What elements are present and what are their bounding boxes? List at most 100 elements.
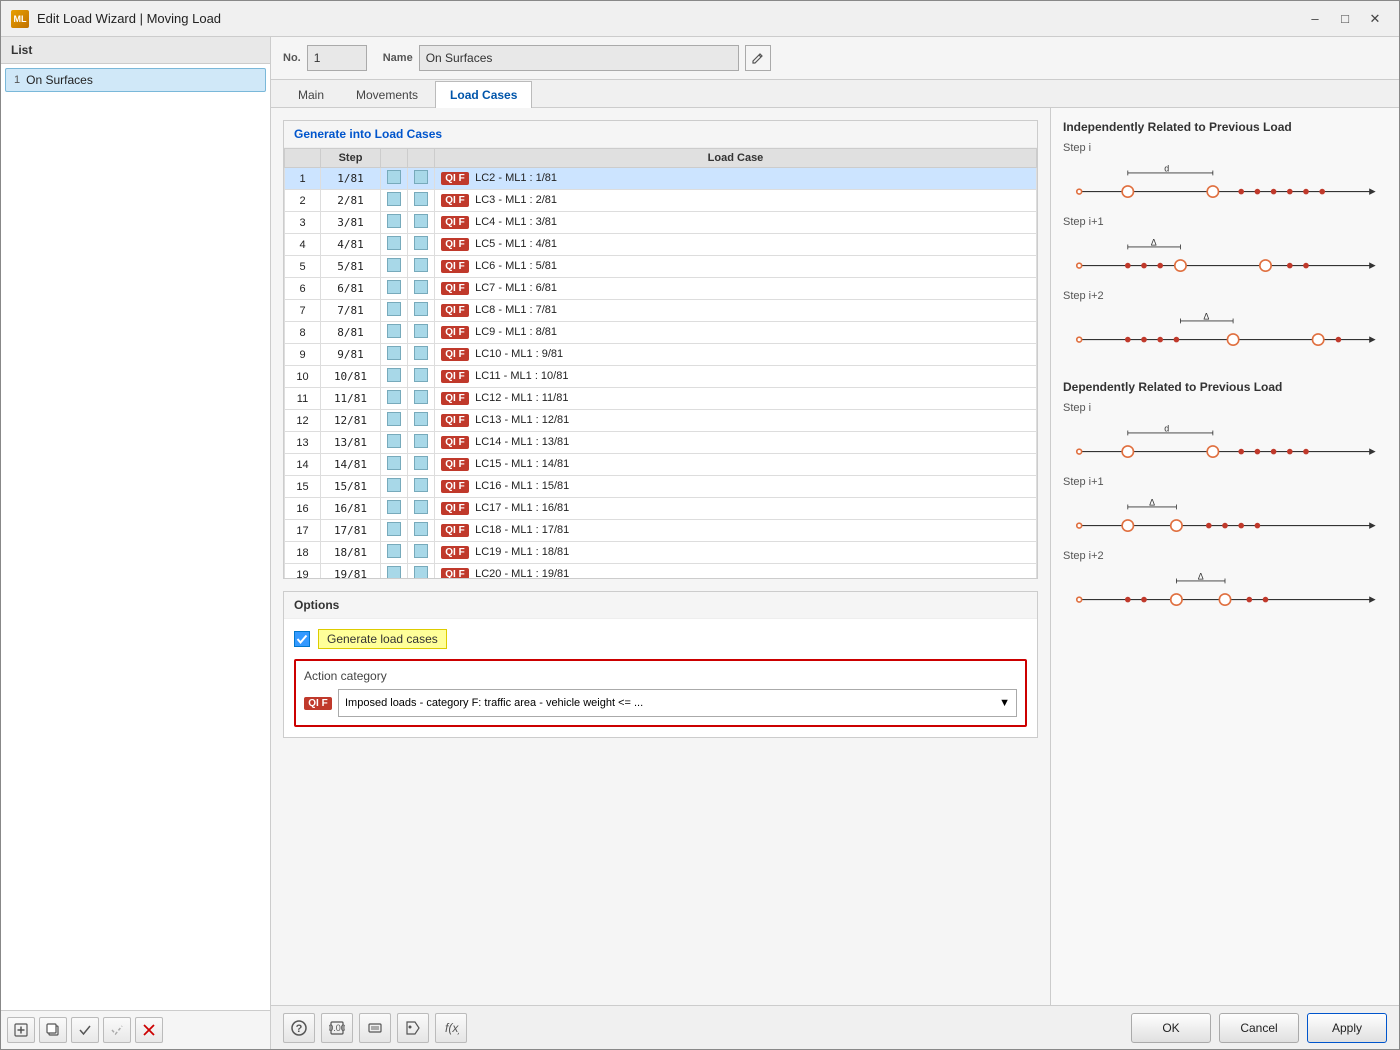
generate-section: Generate into Load Cases Step Loa (283, 120, 1038, 579)
view-button[interactable] (359, 1013, 391, 1043)
dependent-section: Dependently Related to Previous Load Ste… (1063, 380, 1387, 624)
table-row[interactable]: 10 10/81 QI F LC11 - ML1 : 10/81 (285, 366, 1037, 388)
action-dropdown[interactable]: Imposed loads - category F: traffic area… (338, 689, 1017, 717)
row-num: 7 (285, 300, 321, 322)
sidebar-content: 1 On Surfaces (1, 64, 270, 1010)
row-badge: QI F (441, 370, 469, 383)
step-i1-label-2: Step i+1 (1063, 476, 1387, 488)
row-color1 (381, 564, 408, 579)
diagram-panel: Independently Related to Previous Load S… (1051, 108, 1399, 1005)
row-num: 16 (285, 498, 321, 520)
check-button[interactable] (71, 1017, 99, 1043)
row-badge: QI F (441, 502, 469, 515)
row-color1 (381, 454, 408, 476)
row-color2 (408, 278, 435, 300)
table-row[interactable]: 18 18/81 QI F LC19 - ML1 : 18/81 (285, 542, 1037, 564)
action-badge: QI F (304, 697, 332, 710)
tab-load-cases[interactable]: Load Cases (435, 81, 532, 108)
table-row[interactable]: 15 15/81 QI F LC16 - ML1 : 15/81 (285, 476, 1037, 498)
row-lc: QI F LC8 - ML1 : 7/81 (435, 300, 1037, 322)
row-color2 (408, 322, 435, 344)
row-color1 (381, 498, 408, 520)
ok-button[interactable]: OK (1131, 1013, 1211, 1043)
name-edit-button[interactable] (745, 45, 771, 71)
row-lc: QI F LC15 - ML1 : 14/81 (435, 454, 1037, 476)
row-num: 17 (285, 520, 321, 542)
close-button[interactable]: ✕ (1361, 8, 1389, 30)
table-row[interactable]: 3 3/81 QI F LC4 - ML1 : 3/81 (285, 212, 1037, 234)
table-row[interactable]: 16 16/81 QI F LC17 - ML1 : 16/81 (285, 498, 1037, 520)
action-dropdown-text: Imposed loads - category F: traffic area… (345, 697, 999, 709)
table-row[interactable]: 6 6/81 QI F LC7 - ML1 : 6/81 (285, 278, 1037, 300)
content-area: List 1 On Surfaces (1, 37, 1399, 1049)
table-row[interactable]: 19 19/81 QI F LC20 - ML1 : 19/81 (285, 564, 1037, 579)
sidebar-item-on-surfaces[interactable]: 1 On Surfaces (5, 68, 266, 92)
row-color2 (408, 542, 435, 564)
table-scroll[interactable]: Step Load Case 1 1/81 QI F (284, 148, 1037, 578)
table-row[interactable]: 4 4/81 QI F LC5 - ML1 : 4/81 (285, 234, 1037, 256)
name-input[interactable] (419, 45, 739, 71)
uncheck-button[interactable] (103, 1017, 131, 1043)
row-step: 3/81 (321, 212, 381, 234)
tab-movements[interactable]: Movements (341, 81, 433, 108)
row-step: 1/81 (321, 168, 381, 190)
table-row[interactable]: 1 1/81 QI F LC2 - ML1 : 1/81 (285, 168, 1037, 190)
table-row[interactable]: 12 12/81 QI F LC13 - ML1 : 12/81 (285, 410, 1037, 432)
duplicate-item-button[interactable] (39, 1017, 67, 1043)
sidebar-item-num: 1 (14, 74, 20, 86)
help-button[interactable]: ? (283, 1013, 315, 1043)
tab-main[interactable]: Main (283, 81, 339, 108)
maximize-button[interactable]: □ (1331, 8, 1359, 30)
row-badge: QI F (441, 524, 469, 537)
row-step: 2/81 (321, 190, 381, 212)
formula-button[interactable]: f(x) (435, 1013, 467, 1043)
dependent-step-i2-diagram: Δ (1063, 566, 1387, 621)
row-step: 16/81 (321, 498, 381, 520)
no-input[interactable] (307, 45, 367, 71)
main-panel: No. Name Main Movements Load Cases (271, 37, 1399, 1049)
row-color1 (381, 476, 408, 498)
table-row[interactable]: 13 13/81 QI F LC14 - ML1 : 13/81 (285, 432, 1037, 454)
table-row[interactable]: 9 9/81 QI F LC10 - ML1 : 9/81 (285, 344, 1037, 366)
col-num-header (285, 149, 321, 168)
row-badge: QI F (441, 282, 469, 295)
main-window: ML Edit Load Wizard | Moving Load – □ ✕ … (0, 0, 1400, 1050)
row-color1 (381, 190, 408, 212)
row-step: 6/81 (321, 278, 381, 300)
cancel-button[interactable]: Cancel (1219, 1013, 1299, 1043)
row-lc: QI F LC19 - ML1 : 18/81 (435, 542, 1037, 564)
minimize-button[interactable]: – (1301, 8, 1329, 30)
tag-button[interactable] (397, 1013, 429, 1043)
row-lc: QI F LC4 - ML1 : 3/81 (435, 212, 1037, 234)
row-step: 11/81 (321, 388, 381, 410)
table-row[interactable]: 14 14/81 QI F LC15 - ML1 : 14/81 (285, 454, 1037, 476)
generate-checkbox[interactable] (294, 631, 310, 647)
table-row[interactable]: 2 2/81 QI F LC3 - ML1 : 2/81 (285, 190, 1037, 212)
row-color1 (381, 344, 408, 366)
row-step: 14/81 (321, 454, 381, 476)
row-badge: QI F (441, 348, 469, 361)
calc-button[interactable]: 0.00 (321, 1013, 353, 1043)
row-color1 (381, 410, 408, 432)
svg-text:Δ: Δ (1149, 497, 1155, 507)
row-color2 (408, 432, 435, 454)
row-step: 5/81 (321, 256, 381, 278)
table-row[interactable]: 8 8/81 QI F LC9 - ML1 : 8/81 (285, 322, 1037, 344)
row-badge: QI F (441, 326, 469, 339)
row-num: 19 (285, 564, 321, 579)
table-row[interactable]: 17 17/81 QI F LC18 - ML1 : 17/81 (285, 520, 1037, 542)
delete-item-button[interactable] (135, 1017, 163, 1043)
table-row[interactable]: 11 11/81 QI F LC12 - ML1 : 11/81 (285, 388, 1037, 410)
row-color1 (381, 234, 408, 256)
independent-title: Independently Related to Previous Load (1063, 120, 1387, 134)
row-color2 (408, 300, 435, 322)
row-step: 7/81 (321, 300, 381, 322)
step-i-label-1: Step i (1063, 142, 1387, 154)
apply-button[interactable]: Apply (1307, 1013, 1387, 1043)
table-row[interactable]: 5 5/81 QI F LC6 - ML1 : 5/81 (285, 256, 1037, 278)
row-badge: QI F (441, 436, 469, 449)
row-color1 (381, 278, 408, 300)
row-color2 (408, 564, 435, 579)
table-row[interactable]: 7 7/81 QI F LC8 - ML1 : 7/81 (285, 300, 1037, 322)
add-item-button[interactable] (7, 1017, 35, 1043)
